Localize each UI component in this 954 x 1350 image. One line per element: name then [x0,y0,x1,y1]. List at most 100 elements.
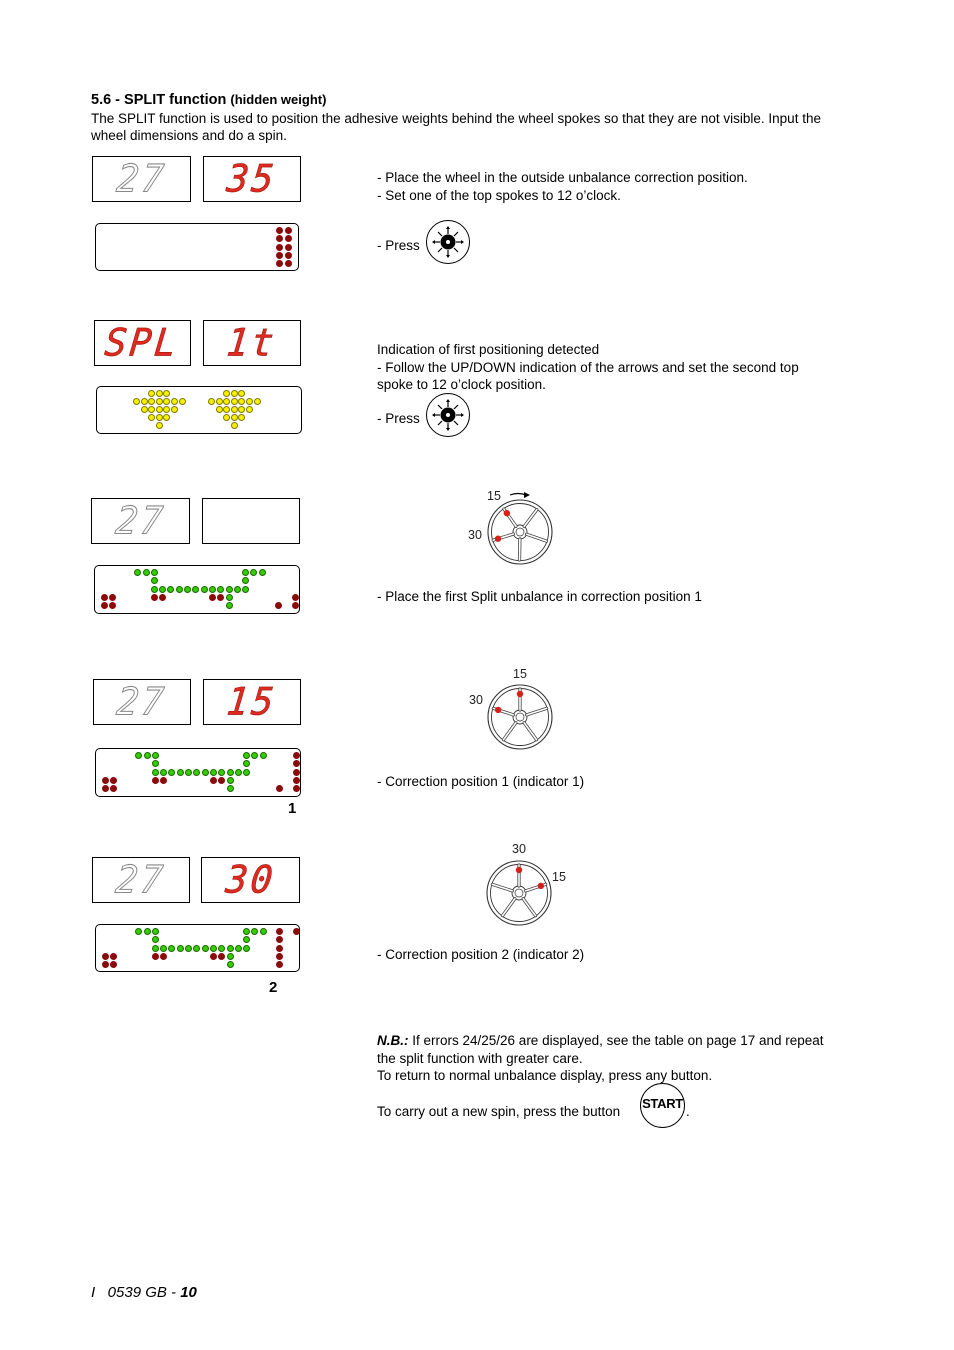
segment-readout: 27 [114,858,169,902]
spin-position-button[interactable] [426,393,470,437]
return-note: To return to normal unbalance display, p… [377,1068,713,1083]
led-dot [135,752,143,759]
led-dot [225,585,233,593]
led-dot [234,768,242,776]
led-dot [163,398,171,405]
led-dot [102,952,109,960]
segment-readout: 30 [223,858,278,902]
led-dot [230,390,238,397]
led-dot [259,928,267,935]
led-dot [151,776,159,784]
led-dot [226,952,234,960]
led-dot [243,936,251,944]
led-dot [193,944,201,952]
led-dot [150,569,158,576]
start-button-label: START [642,1096,683,1111]
led-dot [140,398,148,405]
led-panel-5 [95,924,300,972]
wheel-label-a: 15 [513,667,527,681]
led-dot [155,422,163,429]
led-dot [110,785,118,793]
led-dot [159,593,167,601]
nb-label: N.B.: [377,1033,409,1048]
wheel-diagram-3 [487,499,553,565]
led-dot [150,593,158,601]
led-dot [185,944,192,952]
led-dot [292,928,300,935]
led-dot [276,936,284,944]
weight-display-left-1: 27 [92,156,191,202]
led-dot [276,785,284,793]
led-dot [243,768,251,776]
led-dot [102,776,109,784]
led-dot [226,961,234,969]
wheel-spoke-inner [525,533,548,542]
led-dot [285,227,292,234]
led-panel-3 [94,565,300,614]
led-dot [176,768,184,776]
wheel-label-a: 30 [512,842,526,856]
step-2-press-label: - Press [377,411,420,426]
led-dot [225,602,233,610]
nb-text: If errors 24/25/26 are displayed, see th… [377,1033,824,1066]
step-1-line-1: - Place the wheel in the outside unbalan… [377,170,748,185]
led-dot [230,422,238,429]
weight-display-right-5: 30 [201,857,300,903]
spin-position-button[interactable] [426,220,470,264]
led-dot [226,776,234,784]
led-dot [276,260,283,268]
weight-display-right-3 [202,498,300,544]
led-dot [148,390,156,397]
led-dot [226,944,234,952]
page-number: 10 [180,1284,197,1301]
led-dot [102,785,109,793]
step-4-text: - Correction position 1 (indicator 1) [377,774,585,789]
led-dot [251,752,259,759]
led-dot [110,952,118,960]
led-dot [151,936,159,944]
led-dot [208,585,216,593]
weight-display-left-5: 27 [92,857,190,903]
led-dot [292,768,300,776]
weight-display-right-4: 15 [203,679,301,725]
led-dot [276,227,283,234]
section-intro: The SPLIT function is used to position t… [91,111,821,143]
led-dot [209,768,217,776]
section-title-main: 5.6 - SPLIT function [91,92,227,108]
led-dot [200,585,208,593]
led-dot [223,414,231,421]
led-dot [258,569,266,576]
led-dot [223,406,231,413]
led-dot [160,952,168,960]
wheel-spoke-inner [491,883,514,892]
indicator-number-2: 2 [269,979,278,996]
led-dot [109,593,117,601]
led-dot [134,569,142,576]
led-dot [142,569,150,576]
wheel-spoke-inner [523,508,538,528]
correction-weight-marker [516,690,524,698]
led-dot [201,944,209,952]
led-dot [276,952,284,960]
nb-note: N.B.: If errors 24/25/26 are displayed, … [377,1032,837,1067]
wheel-spoke-inner [522,897,537,917]
led-dot [230,406,238,413]
led-dot [151,752,159,759]
led-dot [291,593,299,601]
wheel-spoke-inner [525,707,548,716]
led-dot [209,944,217,952]
wheel-spoke-inner [523,721,538,741]
led-dot [230,414,238,421]
indicator-number-1: 1 [288,800,297,817]
led-dot [168,768,176,776]
start-button[interactable]: START [640,1083,685,1128]
led-dot [160,776,168,784]
led-dot [292,785,300,793]
led-dot [243,944,251,952]
led-dot [215,406,223,413]
led-dot [171,398,178,405]
led-dot [150,577,158,585]
step-3-text: - Place the first Split unbalance in cor… [377,589,702,604]
section-title: 5.6 - SPLIT function (hidden weight) [91,92,326,108]
led-dot [223,398,231,405]
